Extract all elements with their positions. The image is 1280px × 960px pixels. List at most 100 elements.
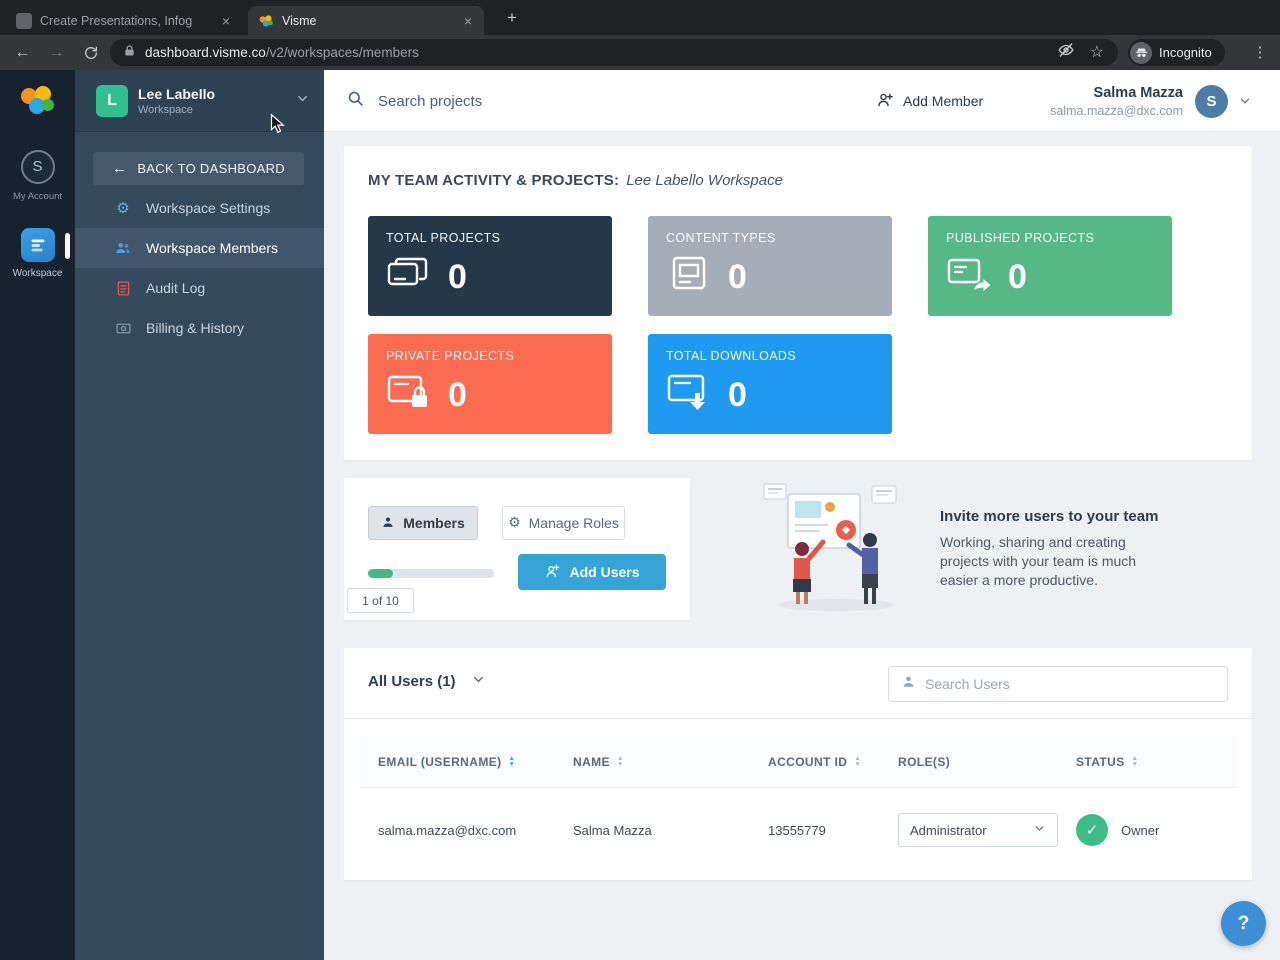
url-actions: ☆ xyxy=(1057,41,1104,64)
close-tab-icon[interactable]: × xyxy=(460,13,476,29)
stat-label: TOTAL PROJECTS xyxy=(386,231,501,245)
cell-account-id: 13555779 xyxy=(768,822,826,838)
stat-value: 0 xyxy=(728,257,747,296)
browser-menu-icon[interactable]: ⋮ xyxy=(1250,43,1270,63)
seats-progress-fill xyxy=(368,569,393,578)
visme-favicon xyxy=(258,13,274,29)
sidebar-item-workspace-settings[interactable]: ⚙ Workspace Settings xyxy=(75,188,324,228)
chevron-down-icon xyxy=(1033,822,1046,838)
help-button[interactable]: ? xyxy=(1221,901,1266,946)
chevron-down-icon xyxy=(1238,94,1252,108)
column-label: NAME xyxy=(573,755,610,769)
bookmark-star-icon[interactable]: ☆ xyxy=(1090,44,1104,61)
tab-favicon xyxy=(16,12,32,29)
workspace-avatar: L xyxy=(96,84,128,117)
back-arrow-icon: ← xyxy=(112,160,128,177)
incognito-icon xyxy=(1130,41,1152,64)
search-icon xyxy=(346,89,365,113)
workspace-switcher[interactable]: L Lee Labello Workspace xyxy=(75,70,324,132)
all-users-filter[interactable]: All Users (1) xyxy=(368,672,486,691)
add-users-label: Add Users xyxy=(569,564,640,580)
rail-label: My Account xyxy=(12,191,63,202)
tab-title: Create Presentations, Infog xyxy=(40,13,193,28)
table-header: EMAIL (USERNAME) ▲ ▼ NAME ▲ ▼ ACCOUNT ID ▲… xyxy=(360,736,1236,788)
column-label: EMAIL (USERNAME) xyxy=(378,755,502,769)
role-select[interactable]: Administrator xyxy=(898,813,1058,847)
members-card: Members ⚙ Manage Roles 1 of 10 Add Users xyxy=(344,478,690,620)
sidebar-item-label: Workspace Members xyxy=(146,240,279,256)
visme-logo[interactable] xyxy=(17,82,57,118)
sidebar-item-audit-log[interactable]: Audit Log xyxy=(75,268,324,308)
sort-icon: ▲ ▼ xyxy=(616,755,624,768)
column-account-id[interactable]: ACCOUNT ID ▲ ▼ xyxy=(768,736,861,788)
rail-item-my-account[interactable]: S My Account xyxy=(0,150,75,202)
add-member-icon xyxy=(876,91,894,112)
close-tab-icon[interactable]: × xyxy=(218,13,234,29)
workspace-sidebar: L Lee Labello Workspace ← BACK TO DASHBO… xyxy=(75,70,324,960)
users-icon xyxy=(113,239,133,257)
add-member-button[interactable]: Add Member xyxy=(876,70,983,132)
sort-icon: ▲ ▼ xyxy=(508,755,516,768)
column-email[interactable]: EMAIL (USERNAME) ▲ ▼ xyxy=(378,736,515,788)
invite-illustration xyxy=(750,476,922,614)
url-path: /v2/workspaces/members xyxy=(265,45,419,60)
lock-icon xyxy=(124,44,135,62)
sidebar-item-billing-history[interactable]: Billing & History xyxy=(75,308,324,348)
browser-back-button[interactable]: ← xyxy=(9,39,36,66)
sidebar-item-label: Workspace Settings xyxy=(146,200,271,216)
column-label: ROLE(S) xyxy=(898,755,951,769)
account-menu[interactable]: Salma Mazza salma.mazza@dxc.com S xyxy=(1050,70,1252,132)
sort-icon: ▲ ▼ xyxy=(854,755,862,768)
back-to-dashboard-button[interactable]: ← BACK TO DASHBOARD xyxy=(93,152,304,185)
incognito-badge: Incognito xyxy=(1128,39,1225,66)
sidebar-item-label: Audit Log xyxy=(146,280,206,296)
sidebar-item-workspace-members[interactable]: Workspace Members xyxy=(75,228,324,268)
tab-visme[interactable]: Visme × xyxy=(248,6,484,35)
audit-log-icon xyxy=(113,280,133,297)
users-card: All Users (1) EMAIL (USERNAME) ▲▼ NAME xyxy=(344,648,1252,880)
projects-stack-icon xyxy=(386,254,432,299)
activity-workspace-name: Lee Labello Workspace xyxy=(626,172,783,189)
search-users-input[interactable] xyxy=(925,676,1215,692)
column-status[interactable]: STATUS ▲ ▼ xyxy=(1076,736,1138,788)
avatar: S xyxy=(20,150,55,184)
workspace-icon xyxy=(20,228,55,262)
tab-manage-roles[interactable]: ⚙ Manage Roles xyxy=(502,506,625,540)
app-rail: S My Account Workspace xyxy=(0,70,75,960)
active-indicator xyxy=(65,233,70,259)
private-lock-icon xyxy=(386,372,432,417)
workspace-sublabel: Workspace xyxy=(138,103,193,116)
invite-heading: Invite more users to your team xyxy=(940,508,1159,525)
eye-off-icon[interactable] xyxy=(1057,41,1075,64)
billing-icon xyxy=(113,320,133,337)
back-label: BACK TO DASHBOARD xyxy=(137,161,285,176)
refresh-icon[interactable] xyxy=(77,39,104,66)
column-name[interactable]: NAME ▲ ▼ xyxy=(573,736,624,788)
stat-value: 0 xyxy=(1008,257,1027,296)
sidebar-item-label: Billing & History xyxy=(146,320,245,336)
tab-create-presentations[interactable]: Create Presentations, Infog × xyxy=(6,6,242,35)
seats-progress-bar xyxy=(368,569,494,578)
url-bar[interactable]: dashboard.visme.co/v2/workspaces/members… xyxy=(110,39,1118,66)
stat-published-projects: PUBLISHED PROJECTS 0 xyxy=(928,216,1172,316)
search-projects-input[interactable] xyxy=(378,92,608,110)
page-content: MY TEAM ACTIVITY & PROJECTS: Lee Labello … xyxy=(324,132,1280,960)
user-search-icon xyxy=(901,674,916,694)
new-tab-button[interactable]: + xyxy=(500,6,524,30)
incognito-label: Incognito xyxy=(1159,45,1212,60)
seats-quota-badge: 1 of 10 xyxy=(347,588,414,613)
tab-members[interactable]: Members xyxy=(368,506,478,540)
column-label: ACCOUNT ID xyxy=(768,755,848,769)
add-users-button[interactable]: Add Users xyxy=(518,554,666,590)
publish-share-icon xyxy=(946,254,992,299)
stat-private-projects: PRIVATE PROJECTS 0 xyxy=(368,334,612,434)
tab-label: Manage Roles xyxy=(528,515,619,531)
stat-total-downloads: TOTAL DOWNLOADS 0 xyxy=(648,334,892,434)
cell-email: salma.mazza@dxc.com xyxy=(378,822,517,838)
rail-item-workspace[interactable]: Workspace xyxy=(0,228,75,279)
url-text: dashboard.visme.co/v2/workspaces/members xyxy=(145,45,1057,60)
gear-icon: ⚙ xyxy=(508,515,521,531)
filter-label: All Users (1) xyxy=(368,673,456,690)
sidebar-menu: ⚙ Workspace Settings Workspace Members A… xyxy=(75,188,324,348)
stat-value: 0 xyxy=(448,257,467,296)
